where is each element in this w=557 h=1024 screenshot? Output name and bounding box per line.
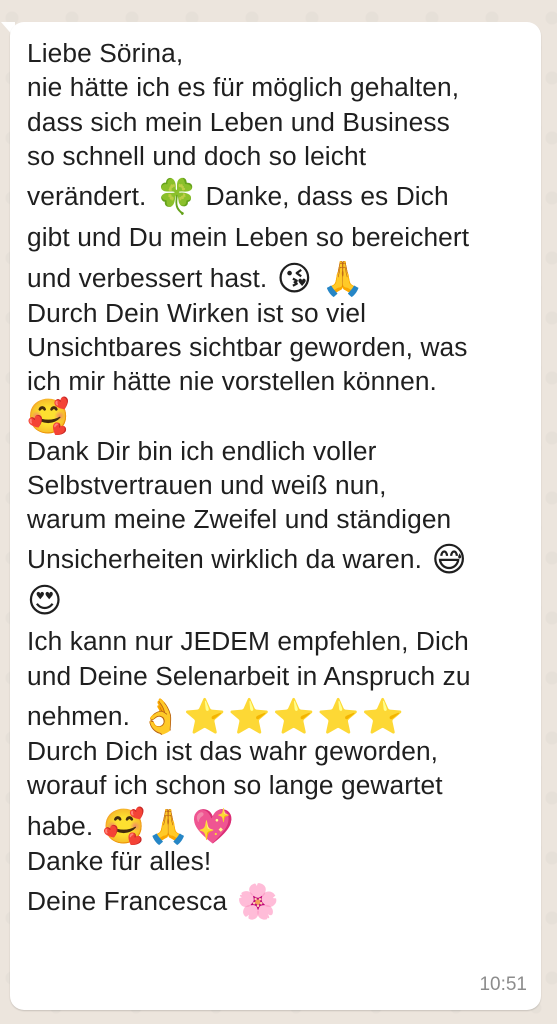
- folded-hands-icon: 🙏: [147, 806, 190, 847]
- message-line: warum meine Zweifel und ständigen: [27, 504, 452, 535]
- message-line: ich mir hätte nie vorstellen können.: [27, 366, 437, 397]
- message-bubble[interactable]: Liebe Sörina, nie hätte ich es für mögli…: [10, 22, 541, 1010]
- star-icon: ⭐: [317, 697, 360, 738]
- message-line: Unsichtbares sichtbar geworden, was: [27, 331, 468, 362]
- message-line-text: habe.: [27, 810, 94, 841]
- message-line-text: Danke, dass es Dich: [205, 181, 449, 212]
- message-line: Unsicherheiten wirklich da waren. 😅: [27, 542, 527, 577]
- grinning-face-with-sweat-icon: 😅: [431, 540, 467, 581]
- star-icon: ⭐: [361, 697, 405, 738]
- folded-hands-icon: 🙏: [321, 258, 365, 299]
- message-line: 😍: [27, 583, 527, 618]
- ok-hand-icon: 👌: [139, 697, 182, 738]
- four-leaf-clover-icon: 🍀: [155, 177, 199, 218]
- message-line: nehmen. 👌⭐⭐⭐⭐⭐: [27, 699, 527, 734]
- star-icon: ⭐: [272, 697, 316, 738]
- cherry-blossom-icon: 🌸: [236, 882, 280, 922]
- star-icon: ⭐: [183, 697, 227, 738]
- message-line: Danke für alles!: [27, 845, 212, 876]
- message-line: Ich kann nur JEDEM empfehlen, Dich: [27, 626, 469, 657]
- message-line: Dank Dir bin ich endlich voller: [27, 435, 377, 466]
- message-line-text: Unsicherheiten wirklich da waren.: [27, 544, 423, 575]
- message-line: worauf ich schon so lange gewartet: [27, 770, 443, 801]
- heart-eyes-icon: 😍: [27, 581, 63, 622]
- message-line: 🥰: [27, 399, 527, 434]
- message-line: Deine Francesca 🌸: [27, 884, 527, 919]
- message-line: verändert. 🍀 Danke, dass es Dich: [27, 179, 527, 214]
- message-timestamp: 10:51: [479, 974, 527, 995]
- message-text: Liebe Sörina, nie hätte ich es für mögli…: [27, 36, 527, 919]
- message-line: habe. 🥰🙏💖: [27, 809, 527, 844]
- star-icon: ⭐: [228, 697, 271, 738]
- message-line-text: nehmen.: [27, 701, 131, 732]
- message-line: und Deine Selenarbeit in Anspruch zu: [27, 660, 471, 691]
- message-line: so schnell und doch so leicht: [27, 140, 367, 171]
- message-line-text: Deine Francesca: [27, 886, 228, 916]
- smiling-face-with-hearts-icon: 🥰: [102, 806, 146, 847]
- message-line-text: und verbessert hast.: [27, 262, 268, 293]
- message-line: Selbstvertrauen und weiß nun,: [27, 469, 387, 500]
- sparkling-heart-icon: 💖: [191, 806, 235, 847]
- message-line: dass sich mein Leben und Business: [27, 106, 450, 137]
- message-line: Durch Dich ist das wahr geworden,: [27, 736, 439, 767]
- message-line: und verbessert hast. 😘 🙏: [27, 261, 527, 296]
- message-line-text: verändert.: [27, 181, 147, 212]
- face-blowing-kiss-icon: 😘: [276, 258, 313, 299]
- message-line: gibt und Du mein Leben so bereichert: [27, 222, 470, 253]
- message-line: Liebe Sörina,: [27, 38, 184, 68]
- message-line: nie hätte ich es für möglich gehalten,: [27, 72, 460, 103]
- smiling-face-with-hearts-icon: 🥰: [27, 396, 70, 437]
- message-line: Durch Dein Wirken ist so viel: [27, 297, 367, 328]
